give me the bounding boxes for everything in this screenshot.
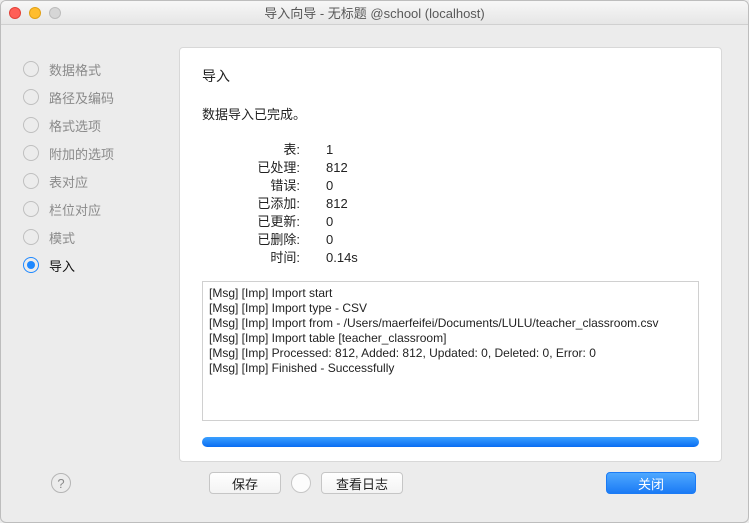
- step-mode: 模式: [1, 223, 171, 251]
- view-log-button[interactable]: 查看日志: [321, 472, 403, 494]
- footer-right: 保存 查看日志 关闭: [209, 472, 696, 494]
- step-label: 路径及编码: [49, 88, 114, 107]
- close-button[interactable]: 关闭: [606, 472, 696, 494]
- stat-label: 已处理:: [222, 159, 300, 177]
- stat-tables: 表: 1: [222, 141, 699, 159]
- radio-icon: [23, 173, 39, 189]
- step-label: 格式选项: [49, 116, 101, 135]
- stat-deleted: 已删除: 0: [222, 231, 699, 249]
- footer-left: ?: [187, 473, 209, 493]
- radio-icon: [23, 61, 39, 77]
- radio-icon: [23, 145, 39, 161]
- log-line: [Msg] [Imp] Import type - CSV: [209, 301, 692, 316]
- progress-bar: [202, 437, 699, 447]
- step-label: 附加的选项: [49, 144, 114, 163]
- step-table-mapping: 表对应: [1, 167, 171, 195]
- step-data-format: 数据格式: [1, 55, 171, 83]
- import-panel: 导入 数据导入已完成。 表: 1 已处理: 812 错误: 0: [179, 47, 722, 462]
- radio-icon: [23, 117, 39, 133]
- stat-value: 812: [300, 159, 348, 177]
- stat-value: 0: [300, 177, 333, 195]
- stat-label: 时间:: [222, 249, 300, 267]
- toggle-circle[interactable]: [291, 473, 311, 493]
- window: 导入向导 - 无标题 @school (localhost) 数据格式 路径及编…: [0, 0, 749, 523]
- radio-icon: [23, 229, 39, 245]
- stat-label: 已添加:: [222, 195, 300, 213]
- help-button[interactable]: ?: [51, 473, 71, 493]
- stat-value: 0: [300, 231, 333, 249]
- main-area: 导入 数据导入已完成。 表: 1 已处理: 812 错误: 0: [171, 25, 748, 522]
- wizard-steps: 数据格式 路径及编码 格式选项 附加的选项 表对应 栏位对应: [1, 25, 171, 522]
- step-label: 导入: [49, 256, 75, 275]
- stat-added: 已添加: 812: [222, 195, 699, 213]
- stat-label: 已更新:: [222, 213, 300, 231]
- stat-label: 表:: [222, 141, 300, 159]
- import-stats: 表: 1 已处理: 812 错误: 0 已添加: 812: [202, 141, 699, 267]
- stat-label: 已删除:: [222, 231, 300, 249]
- step-additional-options: 附加的选项: [1, 139, 171, 167]
- step-path-encoding: 路径及编码: [1, 83, 171, 111]
- radio-icon: [23, 89, 39, 105]
- panel-message: 数据导入已完成。: [202, 104, 699, 123]
- stat-value: 0: [300, 213, 333, 231]
- step-format-options: 格式选项: [1, 111, 171, 139]
- save-button[interactable]: 保存: [209, 472, 281, 494]
- step-label: 栏位对应: [49, 200, 101, 219]
- log-line: [Msg] [Imp] Finished - Successfully: [209, 361, 692, 376]
- radio-icon: [23, 201, 39, 217]
- import-log[interactable]: [Msg] [Imp] Import start [Msg] [Imp] Imp…: [202, 281, 699, 421]
- window-title: 导入向导 - 无标题 @school (localhost): [1, 3, 748, 22]
- panel-heading: 导入: [202, 66, 699, 86]
- stat-label: 错误:: [222, 177, 300, 195]
- log-line: [Msg] [Imp] Import from - /Users/maerfei…: [209, 316, 692, 331]
- log-line: [Msg] [Imp] Import start: [209, 286, 692, 301]
- stat-time: 时间: 0.14s: [222, 249, 699, 267]
- radio-icon: [23, 257, 39, 273]
- titlebar: 导入向导 - 无标题 @school (localhost): [1, 1, 748, 25]
- stat-value: 1: [300, 141, 333, 159]
- step-field-mapping: 栏位对应: [1, 195, 171, 223]
- step-label: 数据格式: [49, 60, 101, 79]
- footer: ? 保存 查看日志 关闭: [179, 462, 722, 504]
- log-line: [Msg] [Imp] Processed: 812, Added: 812, …: [209, 346, 692, 361]
- stat-processed: 已处理: 812: [222, 159, 699, 177]
- stat-value: 0.14s: [300, 249, 358, 267]
- step-import: 导入: [1, 251, 171, 279]
- stat-value: 812: [300, 195, 348, 213]
- stat-errors: 错误: 0: [222, 177, 699, 195]
- step-label: 表对应: [49, 172, 88, 191]
- log-line: [Msg] [Imp] Import table [teacher_classr…: [209, 331, 692, 346]
- window-body: 数据格式 路径及编码 格式选项 附加的选项 表对应 栏位对应: [1, 25, 748, 522]
- stat-updated: 已更新: 0: [222, 213, 699, 231]
- step-label: 模式: [49, 228, 75, 247]
